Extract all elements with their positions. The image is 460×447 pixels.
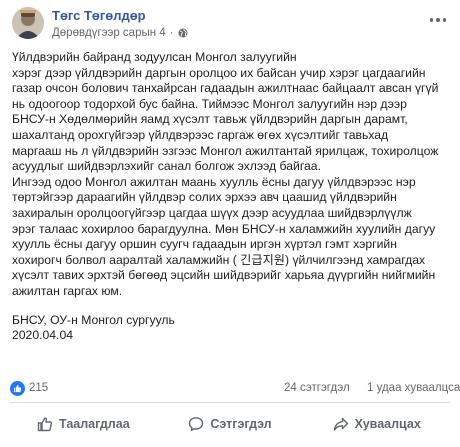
dot-icon — [442, 18, 447, 22]
like-button-label: Таалагдлаа — [59, 417, 130, 431]
post-line: эрэг талаас хохирлоо барагдуулна. Мөн БН… — [12, 221, 436, 236]
post-line: газар очсон болович танхайрсан гадаадын … — [12, 81, 439, 96]
post-body: Үйлдвэрийн байранд зодуулсан Монгол залу… — [12, 50, 452, 344]
post-line: асуудлыг шийдвэрлэхийг санал болгож эхлэ… — [12, 159, 321, 174]
post-date: 2020.04.04 — [12, 328, 73, 343]
post-line: БНСУ-н Хөдөлмөрийн яамд хүсэлт тавьж үйл… — [12, 112, 408, 127]
post-line: хохирогч болвол ааралтай халамжийн ( 긴급지… — [12, 252, 426, 267]
share-button[interactable]: Хуваалцах — [303, 407, 450, 441]
post-line: захиралын оролцоогүйгээр цагдаа шүүх дээ… — [12, 205, 412, 220]
comment-button-label: Сэтгэгдэл — [210, 417, 272, 431]
post-line: Үйлдвэрийн байранд зодуулсан Монгол залу… — [12, 50, 297, 64]
dot-icon — [436, 18, 440, 22]
post-timestamp[interactable]: Дөрөвдүгээр сарын 4 — [52, 27, 166, 39]
comments-count[interactable]: 24 сэтгэгдэл — [284, 382, 350, 394]
divider — [10, 402, 450, 403]
post-header: Төгс Төгөлдөр Дөрөвдүгээр сарын 4 · — [0, 0, 460, 50]
post-line: ажилтан гаргах юм. — [12, 283, 123, 298]
post-line: маргааш нь л үйлдвэрийн эзгээс Монгол аж… — [12, 143, 439, 158]
like-count[interactable]: 215 — [29, 382, 48, 394]
post-line: нь одоогоор тодорхой бус байна. Тиймээс … — [12, 96, 407, 111]
post-line: хуулль ёсны дагуу оршин суугч гадаадын и… — [12, 237, 397, 252]
post-line: хүсэлт тавих эрхтэй бөгөөд эцсийн шийдвэ… — [12, 268, 436, 283]
like-button[interactable]: Таалагдлаа — [10, 407, 157, 441]
post-line: хэрэг дээр үйлдвэрийн даргын оролцоо их … — [12, 65, 426, 80]
post-line: төртэйгээр дараагийн үйлдвэр солих эрхээ… — [12, 190, 397, 205]
comment-icon — [188, 416, 204, 432]
author-name[interactable]: Төгс Төгөлдөр — [52, 8, 146, 23]
more-options-button[interactable] — [426, 10, 450, 30]
thumbs-up-icon — [37, 416, 53, 432]
separator: · — [169, 27, 174, 39]
post-meta: Дөрөвдүгээр сарын 4 · — [52, 27, 188, 39]
share-button-label: Хуваалцах — [354, 417, 421, 431]
globe-icon — [178, 28, 188, 38]
post-line: шахалтанд орохгүйгээр үйлдвэрээс гаргаж … — [12, 127, 389, 142]
share-arrow-icon — [333, 416, 349, 432]
post-actions: Таалагдлаа Сэтгэгдэл Хуваалцах — [10, 407, 450, 441]
reaction-stats: 215 24 сэтгэгдэл 1 удаа хуваалцсан — [10, 380, 460, 398]
shares-count[interactable]: 1 удаа хуваалцсан — [367, 382, 460, 394]
avatar[interactable] — [12, 7, 44, 39]
post-signature: БНСУ, ОУ-н Монгол сургууль — [12, 312, 175, 327]
dot-icon — [429, 18, 434, 22]
post-line: Ингээд одоо Монгол ажилтан маань хуулль … — [12, 174, 416, 189]
comment-button[interactable]: Сэтгэгдэл — [157, 407, 304, 441]
like-reaction-icon[interactable] — [10, 381, 25, 396]
